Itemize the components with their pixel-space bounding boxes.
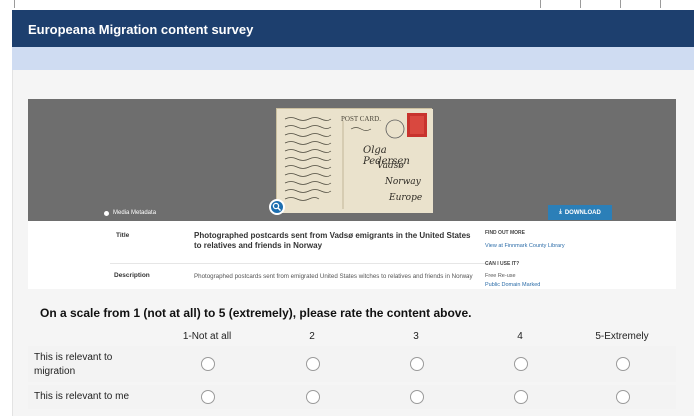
download-label: DOWNLOAD bbox=[564, 209, 601, 216]
divider bbox=[620, 0, 621, 8]
rating-radio-3[interactable] bbox=[410, 390, 424, 404]
item-description: Photographed postcards sent from emigrat… bbox=[194, 273, 473, 280]
divider bbox=[110, 263, 490, 264]
scale-header: 4 bbox=[517, 331, 523, 342]
find-out-more-heading: FIND OUT MORE bbox=[485, 230, 525, 236]
media-viewer: POST CARD. Olga Pedersen Vadsø Norway Eu… bbox=[28, 99, 676, 221]
rating-row: This is relevant to me bbox=[28, 385, 676, 409]
scale-header: 5-Extremely bbox=[595, 331, 649, 342]
rating-radio-1[interactable] bbox=[201, 357, 215, 371]
page-title: Europeana Migration content survey bbox=[28, 22, 254, 37]
zoom-button[interactable] bbox=[269, 199, 285, 215]
rating-row-label: This is relevant to migration bbox=[34, 352, 113, 377]
rating-radio-2[interactable] bbox=[306, 357, 320, 371]
rating-radio-3[interactable] bbox=[410, 357, 424, 371]
postcard-image[interactable]: POST CARD. Olga Pedersen Vadsø Norway Eu… bbox=[276, 108, 433, 213]
item-title: Photographed postcards sent from Vadsø e… bbox=[194, 231, 471, 250]
rating-radio-2[interactable] bbox=[306, 390, 320, 404]
rating-radio-5[interactable] bbox=[616, 357, 630, 371]
rating-radio-1[interactable] bbox=[201, 390, 215, 404]
divider bbox=[14, 0, 15, 8]
title-label: Title bbox=[116, 232, 130, 239]
postcard-address-line: Norway bbox=[385, 177, 421, 187]
media-metadata-label: Media Metadata bbox=[113, 210, 157, 216]
scale-header: 1-Not at all bbox=[182, 331, 232, 342]
license-link[interactable]: Public Domain Marked bbox=[485, 282, 540, 288]
media-metadata-toggle[interactable]: Media Metadata bbox=[104, 210, 156, 216]
survey-header: Europeana Migration content survey bbox=[12, 10, 694, 47]
view-at-link[interactable]: View at Finnmark County Library bbox=[485, 243, 565, 249]
reuse-text: Free Re-use bbox=[485, 273, 516, 279]
divider bbox=[540, 0, 541, 8]
divider bbox=[580, 0, 581, 8]
rating-row: This is relevant to migration bbox=[28, 346, 676, 382]
rating-radio-4[interactable] bbox=[514, 390, 528, 404]
item-details: Title Photographed postcards sent from V… bbox=[28, 221, 676, 289]
header-band bbox=[12, 47, 694, 70]
scale-header: 3 bbox=[413, 331, 419, 342]
magnifier-icon bbox=[272, 202, 281, 211]
download-icon: ⤓ bbox=[559, 209, 562, 215]
description-label: Description bbox=[114, 272, 150, 279]
scale-header: 2 bbox=[309, 331, 315, 342]
postcard-address-line: Vadsø bbox=[377, 161, 404, 171]
download-button[interactable]: ⤓ DOWNLOAD bbox=[548, 205, 612, 220]
rating-radio-5[interactable] bbox=[616, 390, 630, 404]
postcard-header-text: POST CARD. bbox=[341, 115, 381, 123]
rating-radio-4[interactable] bbox=[514, 357, 528, 371]
can-i-use-heading: CAN I USE IT? bbox=[485, 261, 520, 267]
info-icon bbox=[104, 210, 109, 216]
top-strip bbox=[0, 0, 694, 10]
rating-question: On a scale from 1 (not at all) to 5 (ext… bbox=[40, 306, 472, 320]
postcard-address-line: Europe bbox=[389, 193, 423, 203]
rating-row-label: This is relevant to me bbox=[34, 391, 130, 402]
divider bbox=[660, 0, 661, 8]
